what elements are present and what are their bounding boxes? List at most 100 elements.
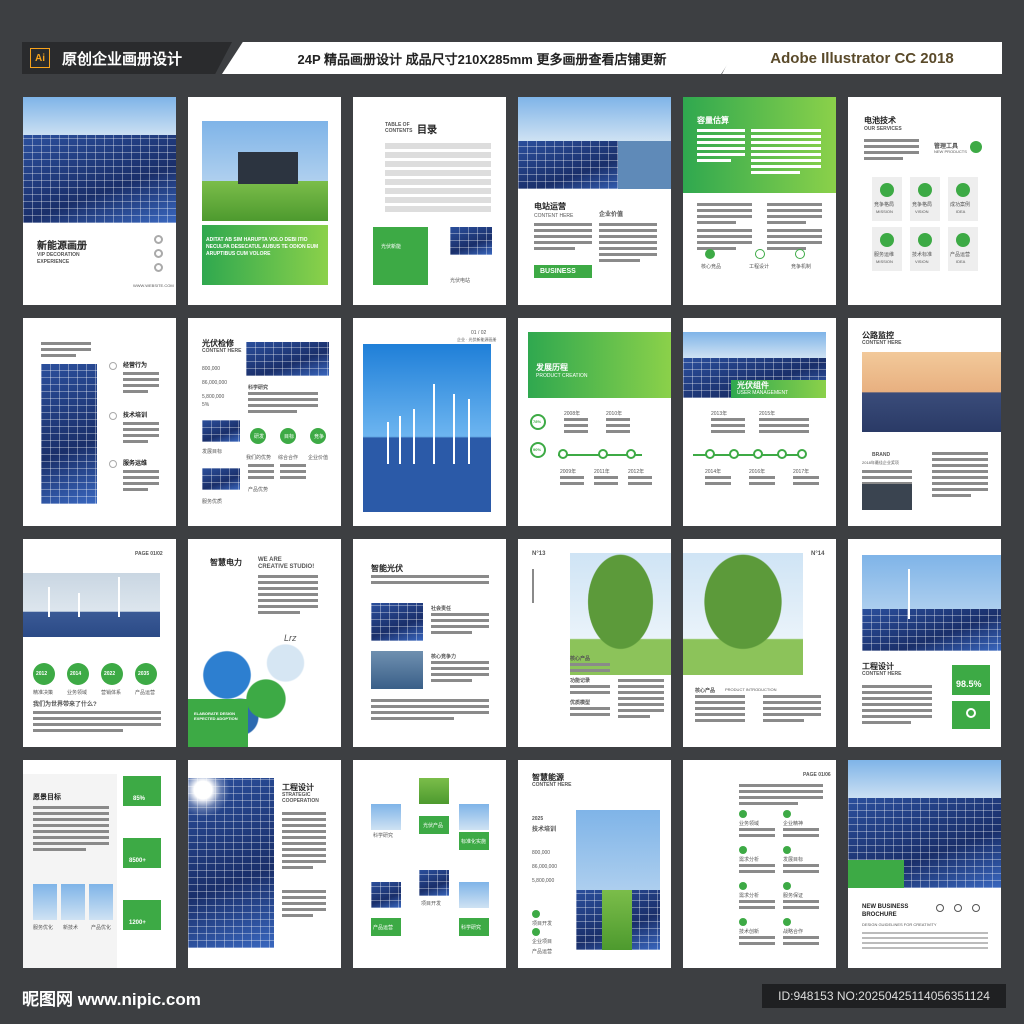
power-tower-image bbox=[862, 352, 1001, 432]
year-label: 2016年 bbox=[749, 469, 766, 475]
text-block bbox=[697, 129, 745, 165]
thumb-image bbox=[419, 870, 449, 896]
year-value: 2012 bbox=[36, 671, 48, 677]
timeline-node bbox=[598, 449, 608, 459]
circle-icon bbox=[109, 460, 117, 468]
year-value: 2022 bbox=[104, 671, 116, 677]
bullet-icon bbox=[783, 810, 791, 818]
bullet-icon bbox=[532, 928, 540, 936]
text-block bbox=[695, 695, 745, 725]
box-label: 光伏产品 bbox=[423, 823, 444, 829]
city-skyline-image bbox=[848, 760, 1001, 800]
item-title: 核心竞争力 bbox=[431, 654, 457, 660]
text-block bbox=[767, 229, 822, 253]
thumb-image bbox=[419, 778, 449, 804]
icon-label-3: 竞争机制 bbox=[791, 264, 812, 270]
green-block bbox=[373, 227, 428, 285]
text-block bbox=[862, 685, 932, 727]
we-are-label: WE ARE bbox=[258, 557, 282, 563]
section-title-2: 企业价值 bbox=[599, 212, 624, 218]
toc-title: 目录 bbox=[417, 125, 437, 136]
box-label: 项目开发 bbox=[421, 901, 442, 907]
send-icon bbox=[795, 249, 805, 259]
text-block bbox=[570, 685, 610, 697]
year-label: 2014年 bbox=[705, 469, 722, 475]
service-label: 竞争格局 bbox=[912, 202, 933, 208]
section-title: 愿景目标 bbox=[33, 794, 61, 801]
studio-label: CREATIVE STUDIO! bbox=[258, 564, 315, 570]
text-block bbox=[123, 470, 159, 494]
brochure-page-19: 愿景目标 85% 8500+ 1200+ 服务优化 新技术 产品优化 bbox=[23, 760, 176, 968]
brochure-page-20: 工程设计 STRATEGIC COOPERATION bbox=[188, 760, 341, 968]
box-label: 产品运营 bbox=[373, 925, 394, 931]
year-caption: 营销体系 bbox=[101, 690, 122, 696]
text-block bbox=[606, 418, 630, 436]
toc-list bbox=[385, 143, 491, 215]
text-block bbox=[599, 223, 657, 265]
item-title: 业务领域 bbox=[739, 821, 760, 827]
solar-turbine-image bbox=[862, 609, 1001, 651]
green-hexagon bbox=[188, 699, 248, 747]
text-block bbox=[33, 806, 109, 854]
text-block bbox=[564, 418, 588, 436]
text-block bbox=[767, 203, 822, 227]
stat-value: 1200+ bbox=[129, 920, 146, 926]
item-title: 发展目标 bbox=[783, 857, 804, 863]
service-sub: MISSION bbox=[876, 259, 893, 264]
text-block bbox=[280, 464, 306, 482]
item-title: 核心产品 bbox=[695, 688, 716, 694]
text-block bbox=[41, 342, 91, 360]
brochure-page-9: 01 / 02 企业 · 光伏新能源画册 bbox=[353, 318, 506, 526]
text-block bbox=[123, 372, 159, 396]
phone-icon bbox=[705, 249, 715, 259]
circle-icon bbox=[109, 362, 117, 370]
item-title: 需求分析 bbox=[739, 893, 760, 899]
brochure-page-21: 光伏产品 科学研究 标准化实施 项目开发 产品运营 科学研究 bbox=[353, 760, 506, 968]
text-block bbox=[783, 936, 819, 948]
circle-label: 目标 bbox=[284, 434, 295, 440]
timeline-node bbox=[753, 449, 763, 459]
hex-text: ELABORATE DESIGN EXPECTED ADOPTION bbox=[194, 711, 238, 721]
thumb-image bbox=[89, 884, 113, 920]
brochure-page-7: 经营行为 技术培训 服务运维 bbox=[23, 318, 176, 526]
service-label: 技术标准 bbox=[912, 252, 933, 258]
year-label: 2013年 bbox=[711, 411, 728, 417]
stat-value: 5,800,000 bbox=[202, 394, 225, 400]
solar-thumb bbox=[450, 227, 492, 255]
text-block bbox=[864, 139, 919, 163]
watermark-logo: 昵图网 www.nipic.com bbox=[22, 990, 201, 1009]
icon-label-1: 核心竞品 bbox=[701, 264, 722, 270]
contact-icon bbox=[954, 904, 962, 912]
text-block bbox=[123, 422, 159, 446]
stat-value: 5,800,000 bbox=[532, 878, 555, 884]
year-caption: 业务领域 bbox=[67, 690, 88, 696]
tool-sub: NEW PRODUCTS bbox=[934, 149, 967, 154]
text-block bbox=[282, 812, 326, 872]
solar-image bbox=[371, 603, 423, 641]
banner-middle: 24P 精品画册设计 成品尺寸210X285mm 更多画册查看店铺更新 bbox=[222, 42, 742, 74]
item-title: 技术培训 bbox=[123, 413, 148, 419]
year-label: 2010年 bbox=[606, 411, 623, 417]
caption: 企业价值 bbox=[308, 455, 329, 461]
bullet-icon bbox=[783, 918, 791, 926]
thumb-caption: 服务优化 bbox=[33, 925, 54, 931]
thumb-image bbox=[202, 420, 240, 442]
illustrator-icon: Ai bbox=[30, 48, 50, 68]
service-label: 竞争格局 bbox=[874, 202, 895, 208]
brochure-page-10: 发展历程 PRODUCT CREATION 78% 90% 2008年 2010… bbox=[518, 318, 671, 526]
year-label: 2011年 bbox=[594, 469, 610, 475]
text-block bbox=[862, 932, 988, 952]
box-label: 科学研究 bbox=[461, 925, 482, 931]
item-title: 优质模型 bbox=[570, 700, 591, 706]
page-number: PAGE 01/02 bbox=[135, 551, 163, 557]
text-block bbox=[793, 476, 819, 488]
text-block bbox=[570, 663, 610, 675]
text-block bbox=[739, 936, 775, 948]
text-block bbox=[371, 699, 489, 723]
text-block bbox=[431, 661, 489, 685]
text-block bbox=[783, 864, 819, 876]
page-no: N°14 bbox=[811, 551, 825, 557]
text-block bbox=[705, 476, 731, 488]
solar-panel-image bbox=[23, 135, 176, 223]
solar-image bbox=[246, 342, 329, 376]
